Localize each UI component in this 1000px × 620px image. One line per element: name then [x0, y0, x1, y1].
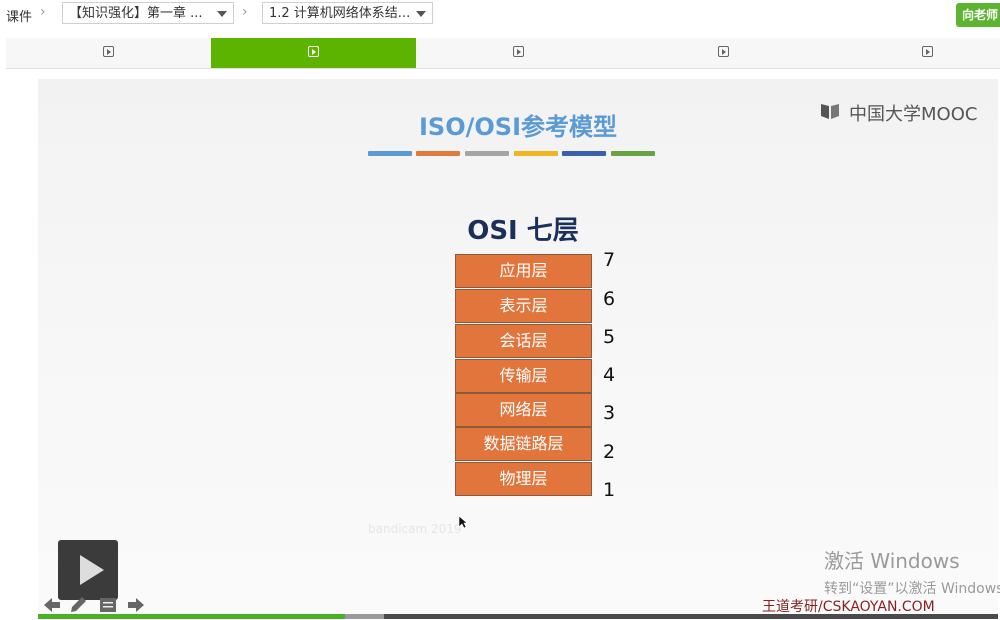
notes-icon[interactable]: [98, 596, 118, 614]
chevron-down-icon: [416, 11, 426, 17]
layer-number: 1: [603, 479, 616, 501]
osi-layer-4: 传输层: [455, 359, 592, 393]
title-color-bar: [611, 151, 655, 156]
title-color-bar: [368, 151, 412, 156]
tab-unit-4[interactable]: [621, 38, 826, 68]
tab-unit-3[interactable]: [416, 38, 621, 68]
tab-unit-5[interactable]: [825, 38, 1000, 68]
osi-layer-1: 物理层: [455, 462, 592, 496]
video-icon: [102, 46, 114, 57]
lesson-select-label: 1.2 计算机网络体系结...: [269, 6, 411, 21]
ask-teacher-button[interactable]: 向老师: [956, 3, 1000, 27]
brand-watermark: 王道考研/CSKAOYAN.COM: [762, 599, 935, 615]
chevron-right-icon: ›: [40, 4, 46, 20]
breadcrumb-root[interactable]: 课件: [6, 6, 32, 25]
prev-arrow-icon[interactable]: [42, 596, 62, 614]
osi-layer-7: 应用层: [455, 254, 592, 288]
layer-number: 5: [603, 326, 616, 348]
chevron-right-icon: ›: [242, 4, 248, 20]
video-icon: [921, 46, 933, 57]
lesson-select[interactable]: 1.2 计算机网络体系结...: [262, 2, 433, 24]
layer-number: 3: [603, 402, 616, 424]
title-color-bar: [562, 151, 606, 156]
tab-unit-2[interactable]: [211, 38, 416, 68]
osi-heading: OSI 七层: [467, 216, 579, 246]
video-icon: [512, 46, 524, 57]
tab-unit-1[interactable]: [6, 38, 211, 68]
next-arrow-icon[interactable]: [126, 596, 146, 614]
osi-layer-3: 网络层: [455, 393, 592, 427]
progress-bar[interactable]: [38, 614, 998, 619]
chapter-select-label: 【知识强化】第一章 ...: [69, 6, 203, 21]
layer-number: 7: [603, 249, 616, 271]
title-color-bar: [416, 151, 460, 156]
chapter-select[interactable]: 【知识强化】第一章 ...: [62, 2, 234, 24]
osi-layer-2: 数据链路层: [455, 427, 592, 461]
osi-layer-6: 表示层: [455, 289, 592, 323]
title-color-bar: [514, 151, 558, 156]
activate-windows-title: 激活 Windows: [824, 549, 960, 573]
chevron-down-icon: [217, 11, 227, 17]
layer-number: 6: [603, 288, 616, 310]
layer-number: 2: [603, 441, 616, 463]
mouse-cursor-icon: [458, 515, 468, 529]
breadcrumb: 课件 › 【知识强化】第一章 ... › 1.2 计算机网络体系结... 向老师: [0, 0, 1000, 30]
mooc-logo-text: 中国大学MOOC: [849, 104, 978, 125]
recorder-watermark: bandicam 2019: [368, 522, 462, 536]
activate-windows-notice: 激活 Windows 转到“设置”以激活 Windows。: [824, 545, 1000, 598]
layer-number: 4: [603, 364, 616, 386]
mooc-logo-icon: [821, 104, 839, 119]
unit-tabs: [6, 38, 1000, 69]
video-slide[interactable]: ISO/OSI参考模型 中国大学MOOC OSI 七层 应用层 表示层 会话层 …: [38, 79, 1000, 615]
video-icon: [717, 46, 729, 57]
osi-layer-5: 会话层: [455, 324, 592, 358]
title-color-bar: [465, 151, 509, 156]
progress-fill: [38, 614, 346, 619]
activate-windows-subtitle: 转到“设置”以激活 Windows。: [824, 581, 1000, 597]
video-icon: [307, 46, 319, 57]
play-button[interactable]: [58, 540, 118, 600]
pencil-icon[interactable]: [68, 596, 88, 614]
progress-buffer: [345, 614, 384, 619]
